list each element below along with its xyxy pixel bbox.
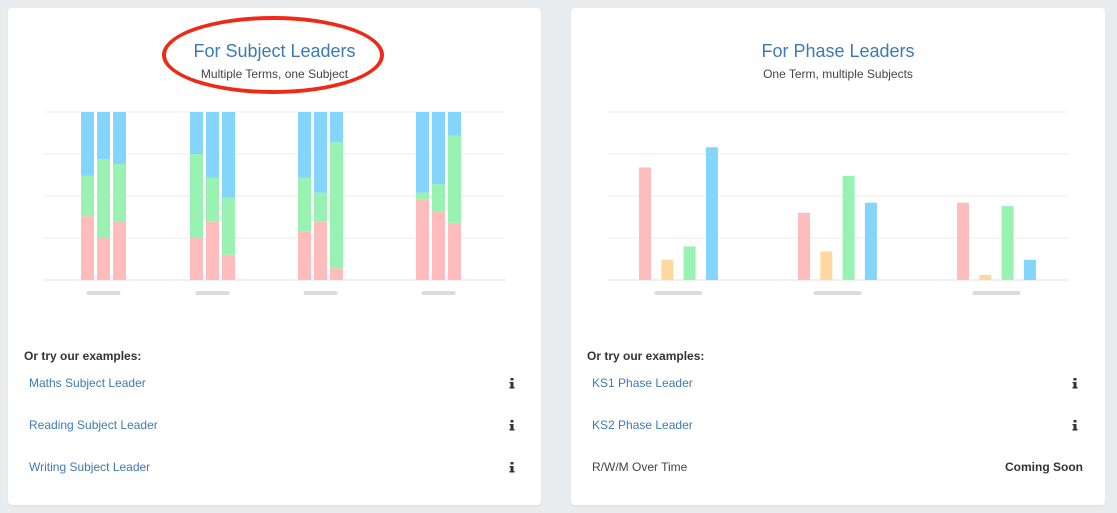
stacked-bar-segment [81, 112, 94, 176]
axis-label-placeholder [654, 291, 703, 295]
list-item: Reading Subject Leader [8, 418, 541, 436]
stacked-bar-segment [97, 238, 110, 280]
stacked-bar-segment [222, 254, 235, 280]
stacked-bar-segment [432, 184, 445, 212]
bar [842, 175, 855, 280]
bar [979, 274, 992, 280]
subject-leaders-title[interactable]: For Subject Leaders [8, 41, 541, 61]
bar [1001, 206, 1014, 280]
list-item: KS1 Phase Leader [571, 376, 1105, 394]
bar [957, 202, 969, 280]
stacked-bar-segment [97, 159, 110, 238]
bar [683, 246, 696, 280]
axis-label-placeholder [421, 291, 456, 295]
axis-label-placeholder [813, 291, 862, 295]
writing-subject-leader-link[interactable]: Writing Subject Leader [29, 460, 150, 474]
stacked-bar-segment [206, 112, 219, 178]
info-icon[interactable] [1071, 419, 1079, 431]
stacked-bar-segment [314, 221, 327, 280]
stacked-bar-segment [298, 231, 311, 280]
stacked-bar-segment [190, 154, 203, 238]
subject-leaders-subtitle: Multiple Terms, one Subject [200, 67, 349, 81]
axis-label-placeholder [86, 291, 121, 295]
stacked-bar-segment [330, 268, 343, 280]
stacked-bar-segment [113, 221, 126, 280]
stacked-bar-segment [330, 142, 343, 269]
stacked-bar-segment [416, 192, 429, 200]
info-icon[interactable] [508, 461, 516, 473]
stacked-bar-segment [206, 221, 219, 280]
phase-leaders-title[interactable]: For Phase Leaders [571, 41, 1105, 61]
info-icon[interactable] [1071, 377, 1079, 389]
axis-label-placeholder [195, 291, 230, 295]
stacked-bar-segment [448, 222, 461, 280]
stacked-bar-segment [416, 112, 429, 193]
stacked-bar-segment [298, 177, 311, 232]
stacked-bar-segment [81, 216, 94, 280]
bar [661, 259, 674, 280]
stacked-bar-segment [416, 199, 429, 280]
stacked-bar-segment [448, 112, 461, 136]
stacked-bar-segment [314, 192, 327, 222]
stacked-bar-segment [206, 177, 219, 222]
rwm-over-time-label: R/W/M Over Time [592, 460, 688, 474]
stacked-bar-segment [113, 112, 126, 165]
phase-leaders-card: For Phase Leaders One Term, multiple Sub… [571, 8, 1105, 505]
stacked-bar-segment [314, 112, 327, 193]
list-item: Maths Subject Leader [8, 376, 541, 394]
bar [705, 147, 718, 280]
stacked-bar-segment [113, 164, 126, 222]
stacked-bar-segment [432, 211, 445, 280]
stacked-bar-segment [81, 175, 94, 217]
bar [1023, 259, 1036, 280]
stacked-bar-segment [448, 135, 461, 223]
stacked-bar-segment [190, 238, 203, 280]
info-icon[interactable] [508, 419, 516, 431]
maths-subject-leader-link[interactable]: Maths Subject Leader [29, 376, 146, 390]
axis-label-placeholder [972, 291, 1021, 295]
stacked-bar-segment [330, 112, 343, 143]
stacked-bar-segment [432, 112, 445, 185]
bar [864, 202, 877, 280]
ks2-phase-leader-link[interactable]: KS2 Phase Leader [592, 418, 693, 432]
info-icon[interactable] [508, 377, 516, 389]
bar [798, 212, 810, 280]
stacked-bar-segment [298, 112, 311, 178]
coming-soon-badge: Coming Soon [1005, 460, 1083, 474]
stacked-bar-segment [190, 112, 203, 154]
stacked-bar-segment [97, 112, 110, 160]
list-item: R/W/M Over Time Coming Soon [571, 460, 1105, 478]
list-item: KS2 Phase Leader [571, 418, 1105, 436]
phase-leaders-subtitle: One Term, multiple Subjects [763, 67, 913, 81]
reading-subject-leader-link[interactable]: Reading Subject Leader [29, 418, 158, 432]
stacked-bar-segment [222, 197, 235, 255]
examples-heading: Or try our examples: [587, 349, 705, 363]
bar [639, 167, 651, 280]
examples-heading: Or try our examples: [24, 349, 142, 363]
list-item: Writing Subject Leader [8, 460, 541, 478]
subject-leaders-card: For Subject Leaders Multiple Terms, one … [8, 8, 541, 505]
ks1-phase-leader-link[interactable]: KS1 Phase Leader [592, 376, 693, 390]
stacked-bar-segment [222, 112, 235, 198]
bar [820, 251, 833, 280]
axis-label-placeholder [303, 291, 338, 295]
